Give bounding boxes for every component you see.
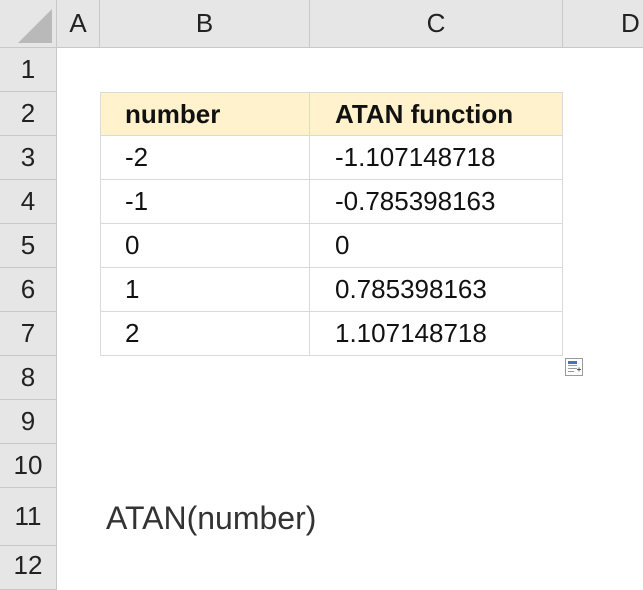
row-header-8[interactable]: 8 — [0, 356, 57, 400]
table-cell-number[interactable]: 2 — [100, 312, 310, 356]
column-header-c[interactable]: C — [310, 0, 563, 48]
row-header-5[interactable]: 5 — [0, 224, 57, 268]
table-cell-number[interactable]: 1 — [100, 268, 310, 312]
quick-analysis-icon[interactable] — [565, 358, 583, 376]
table-cell-atan[interactable]: -0.785398163 — [310, 180, 563, 224]
table-header-number[interactable]: number — [100, 92, 310, 136]
row-header-10[interactable]: 10 — [0, 444, 57, 488]
table-header-atan-function[interactable]: ATAN function — [310, 92, 563, 136]
column-header-b[interactable]: B — [100, 0, 310, 48]
column-header-d[interactable]: D — [563, 0, 643, 48]
table-cell-atan[interactable]: 0 — [310, 224, 563, 268]
row-header-2[interactable]: 2 — [0, 92, 57, 136]
column-header-a[interactable]: A — [57, 0, 100, 48]
table-cell-number[interactable]: -1 — [100, 180, 310, 224]
select-all-corner[interactable] — [0, 0, 57, 48]
row-header-9[interactable]: 9 — [0, 400, 57, 444]
row-header-1[interactable]: 1 — [0, 48, 57, 92]
row-header-6[interactable]: 6 — [0, 268, 57, 312]
table-cell-atan[interactable]: 0.785398163 — [310, 268, 563, 312]
table-cell-number[interactable]: -2 — [100, 136, 310, 180]
row-header-4[interactable]: 4 — [0, 180, 57, 224]
table-cell-number[interactable]: 0 — [100, 224, 310, 268]
row-header-12[interactable]: 12 — [0, 546, 57, 590]
row-header-11[interactable]: 11 — [0, 488, 57, 546]
row-header-3[interactable]: 3 — [0, 136, 57, 180]
function-syntax-text[interactable]: ATAN(number) — [106, 493, 316, 543]
row-header-7[interactable]: 7 — [0, 312, 57, 356]
table-cell-atan[interactable]: 1.107148718 — [310, 312, 563, 356]
table-cell-atan[interactable]: -1.107148718 — [310, 136, 563, 180]
select-all-triangle-icon — [18, 9, 52, 43]
